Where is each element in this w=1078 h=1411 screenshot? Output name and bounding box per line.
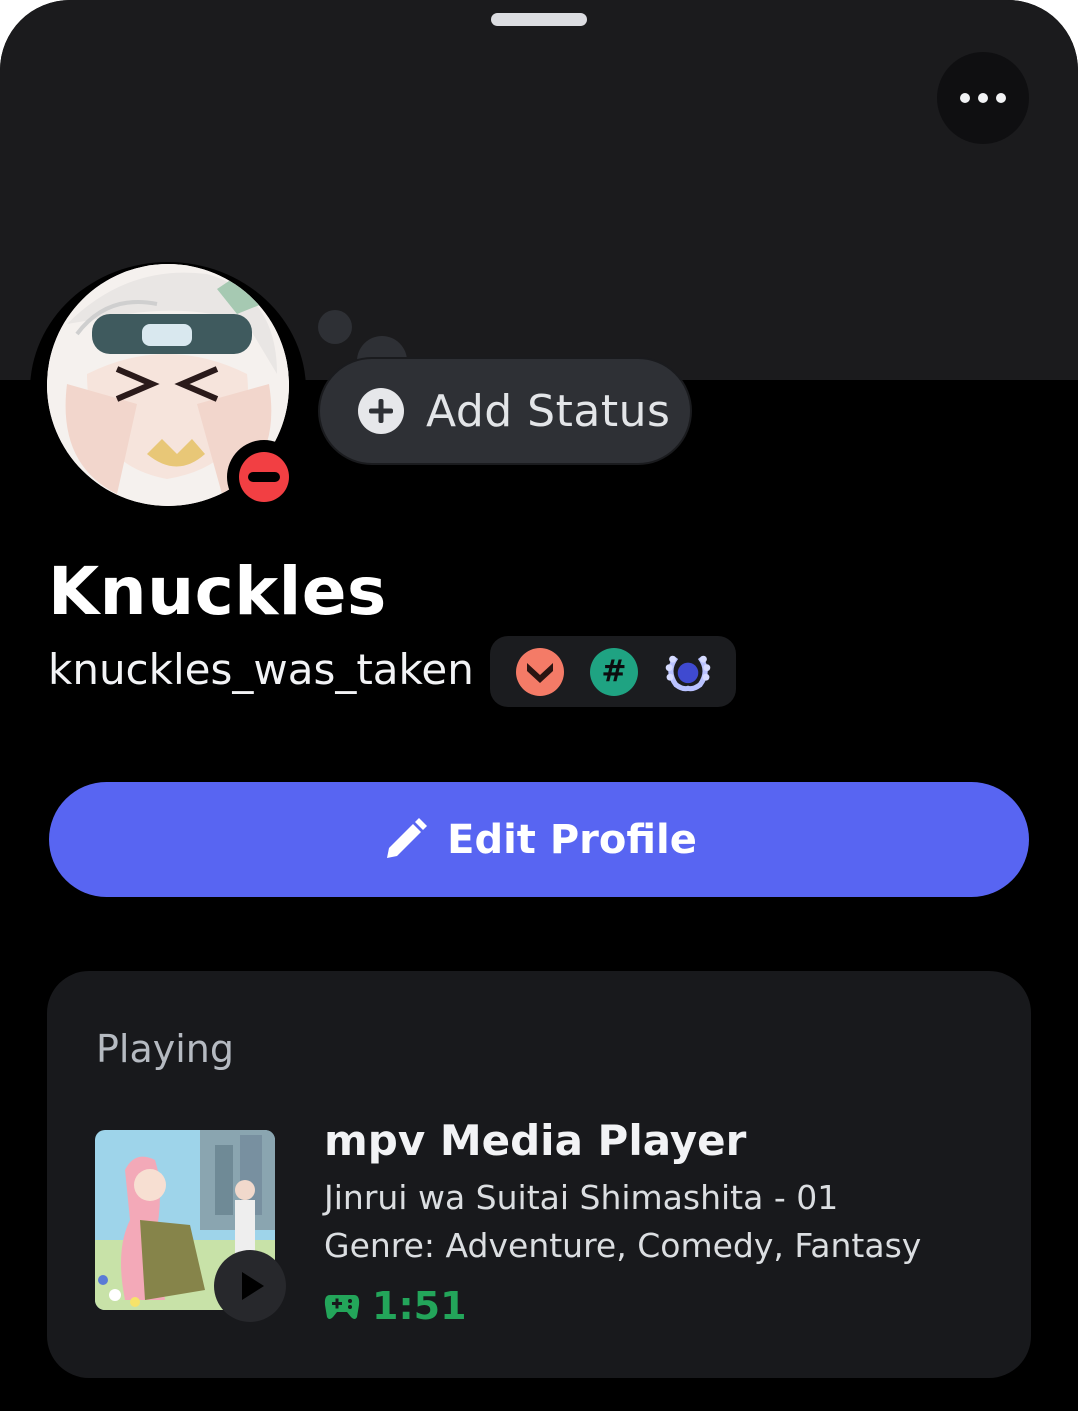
- laurel-badge-icon[interactable]: [664, 648, 712, 696]
- gamepad-icon: [324, 1295, 360, 1319]
- drag-handle[interactable]: [491, 13, 587, 26]
- pencil-icon: [387, 817, 428, 858]
- play-button[interactable]: [214, 1250, 286, 1322]
- hashtag-badge-icon[interactable]: #: [590, 647, 638, 696]
- dnd-indicator: [239, 452, 289, 502]
- elapsed-time: 1:51: [372, 1284, 467, 1328]
- more-options-button[interactable]: [937, 52, 1029, 144]
- laurel-glyph: [665, 655, 711, 691]
- plus-circle-icon: [358, 388, 404, 434]
- activity-details: Jinrui wa Suitai Shimashita - 01: [324, 1178, 839, 1217]
- do-not-disturb-icon: [227, 440, 301, 514]
- edit-profile-button[interactable]: Edit Profile: [49, 782, 1029, 897]
- hypesquad-badge-icon[interactable]: [516, 647, 564, 696]
- dnd-bar: [248, 472, 280, 482]
- profile-sheet: Add Status Knuckles knuckles_was_taken #: [0, 0, 1078, 1411]
- badge-list: #: [490, 636, 736, 707]
- activity-heading: Playing: [96, 1027, 235, 1071]
- thought-bubble-small: [318, 310, 352, 344]
- activity-elapsed: 1:51: [324, 1284, 467, 1328]
- add-status-button[interactable]: Add Status: [318, 357, 692, 465]
- activity-app-name: mpv Media Player: [324, 1116, 747, 1165]
- add-status-label: Add Status: [426, 385, 671, 437]
- edit-profile-label: Edit Profile: [447, 816, 697, 863]
- more-dot: [996, 93, 1006, 103]
- play-icon: [242, 1272, 264, 1300]
- more-horizontal-icon: [960, 93, 970, 103]
- hypesquad-glyph: [527, 662, 553, 683]
- activity-state: Genre: Adventure, Comedy, Fantasy: [324, 1226, 922, 1265]
- activity-card[interactable]: Playing mpv Media Player Jinrui wa Suita…: [47, 971, 1031, 1378]
- username: knuckles_was_taken: [48, 645, 474, 694]
- display-name: Knuckles: [48, 553, 387, 630]
- hashtag-glyph: #: [601, 654, 627, 689]
- more-dot: [978, 93, 988, 103]
